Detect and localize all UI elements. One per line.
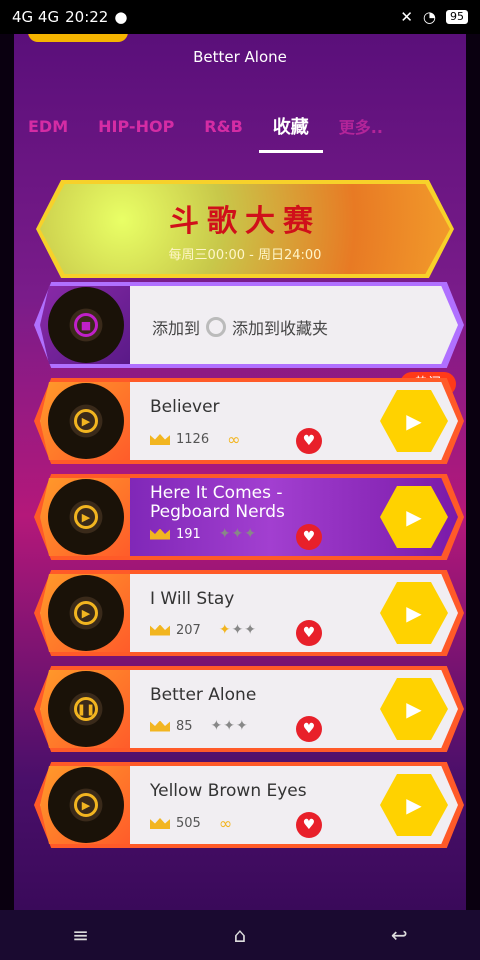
back-icon[interactable]: ↩ [391, 923, 408, 947]
song-title: I Will Stay [150, 589, 235, 609]
network-indicator: 4G 4G [12, 8, 60, 26]
crown-icon [150, 528, 170, 540]
heart-icon[interactable]: ♥ [296, 812, 322, 838]
play-icon: ▶ [406, 409, 422, 433]
record-disc[interactable]: ▶ [48, 383, 124, 459]
record-disc[interactable]: ▶ [48, 479, 124, 555]
status-bar: 4G 4G 20:22 ● ✕ ◔ 95 [0, 0, 480, 34]
star-rating: ✦✦✦ [218, 622, 258, 638]
menu-icon[interactable]: ≡ [72, 923, 89, 947]
wifi-icon: ◔ [422, 8, 436, 26]
star-rating: ✦✦✦ [218, 526, 258, 542]
mute-icon: ✕ [400, 8, 413, 26]
play-count: 505 [176, 816, 201, 831]
play-icon: ▶ [406, 793, 422, 817]
contest-banner[interactable]: 斗歌大赛 每周三00:00 - 周日24:00 [40, 184, 450, 274]
battery-indicator: 95 [446, 10, 468, 24]
play-count: 191 [176, 526, 201, 542]
infinity-icon: ∞ [227, 430, 241, 449]
add-to-favorites-row[interactable]: ■ 添加到 添加到收藏夹 [34, 282, 464, 368]
record-center-icon: ■ [74, 313, 98, 337]
pause-small-icon: ❚❚ [74, 697, 98, 721]
crown-icon [150, 624, 170, 636]
play-icon: ▶ [406, 505, 422, 529]
song-meta: 1126 ∞ [150, 430, 240, 449]
song-meta: 505 ∞ [150, 814, 232, 833]
left-edge [0, 34, 14, 910]
play-small-icon: ▶ [74, 601, 98, 625]
song-meta: 85 ✦✦✦ [150, 718, 249, 734]
song-title: Better Alone [150, 685, 257, 705]
record-disc[interactable]: ▶ [48, 575, 124, 651]
play-count: 1126 [176, 432, 210, 447]
song-title: Here It Comes - Pegboard Nerds [150, 483, 285, 522]
tab-hip-hop[interactable]: HIP-HOP [98, 117, 174, 136]
favorite-ring-icon [206, 317, 227, 337]
tab-rnb[interactable]: R&B [204, 117, 242, 136]
add-to-favorites-text: 添加到 添加到收藏夹 [152, 315, 328, 339]
genre-tabs: EDM HIP-HOP R&B 收藏 更多.. [28, 106, 458, 153]
play-count: 207 [176, 622, 201, 638]
infinity-icon: ∞ [218, 814, 233, 833]
crown-icon [150, 434, 170, 445]
top-tab-indicator [28, 34, 128, 42]
song-meta: 207 ✦✦✦ [150, 622, 257, 638]
tab-more[interactable]: 更多.. [339, 114, 383, 138]
song-row[interactable]: ▶ Here It Comes - Pegboard Nerds 191 ✦✦✦… [34, 474, 464, 560]
now-playing-title: Better Alone [193, 48, 287, 66]
song-row[interactable]: ❚❚ Better Alone 85 ✦✦✦ ♥ ▶ [34, 666, 464, 752]
tab-favorites[interactable]: 收藏 [258, 113, 323, 153]
tab-edm[interactable]: EDM [28, 117, 68, 136]
play-icon: ▶ [406, 601, 422, 625]
clock: 20:22 [65, 8, 109, 26]
song-row[interactable]: ▶ Yellow Brown Eyes 505 ∞ ♥ ▶ [34, 762, 464, 848]
play-small-icon: ▶ [74, 409, 98, 433]
song-row[interactable]: ▶ Believer 1126 ∞ ♥ ▶ [34, 378, 464, 464]
wechat-icon: ● [114, 8, 128, 26]
song-row[interactable]: ▶ I Will Stay 207 ✦✦✦ ♥ ▶ [34, 570, 464, 656]
system-nav-bar: ≡ ⌂ ↩ [0, 910, 480, 960]
app-window: Better Alone EDM HIP-HOP R&B 收藏 更多.. 斗歌大… [14, 34, 466, 910]
song-meta: 191 ✦✦✦ [150, 526, 257, 542]
crown-icon [150, 720, 170, 732]
status-right: ✕ ◔ 95 [400, 8, 468, 26]
record-disc[interactable]: ❚❚ [48, 671, 124, 747]
crown-icon [150, 818, 170, 829]
add-label: 添加到收藏夹 [232, 319, 329, 338]
song-title: Believer [150, 397, 220, 417]
add-prefix: 添加到 [152, 319, 201, 338]
play-icon: ▶ [406, 697, 422, 721]
heart-icon[interactable]: ♥ [296, 716, 322, 742]
play-count: 85 [176, 718, 193, 734]
home-icon[interactable]: ⌂ [234, 923, 247, 947]
play-small-icon: ▶ [74, 793, 98, 817]
status-left: 4G 4G 20:22 ● [12, 8, 127, 26]
heart-icon[interactable]: ♥ [296, 524, 322, 550]
right-edge [466, 34, 480, 910]
banner-subtitle: 每周三00:00 - 周日24:00 [168, 247, 322, 263]
star-rating: ✦✦✦ [210, 718, 249, 734]
play-small-icon: ▶ [74, 505, 98, 529]
heart-icon[interactable]: ♥ [296, 620, 322, 646]
heart-icon[interactable]: ♥ [296, 428, 322, 454]
record-disc: ■ [48, 287, 124, 363]
banner-title: 斗歌大赛 [169, 203, 321, 239]
song-title: Yellow Brown Eyes [150, 781, 307, 801]
record-disc[interactable]: ▶ [48, 767, 124, 843]
